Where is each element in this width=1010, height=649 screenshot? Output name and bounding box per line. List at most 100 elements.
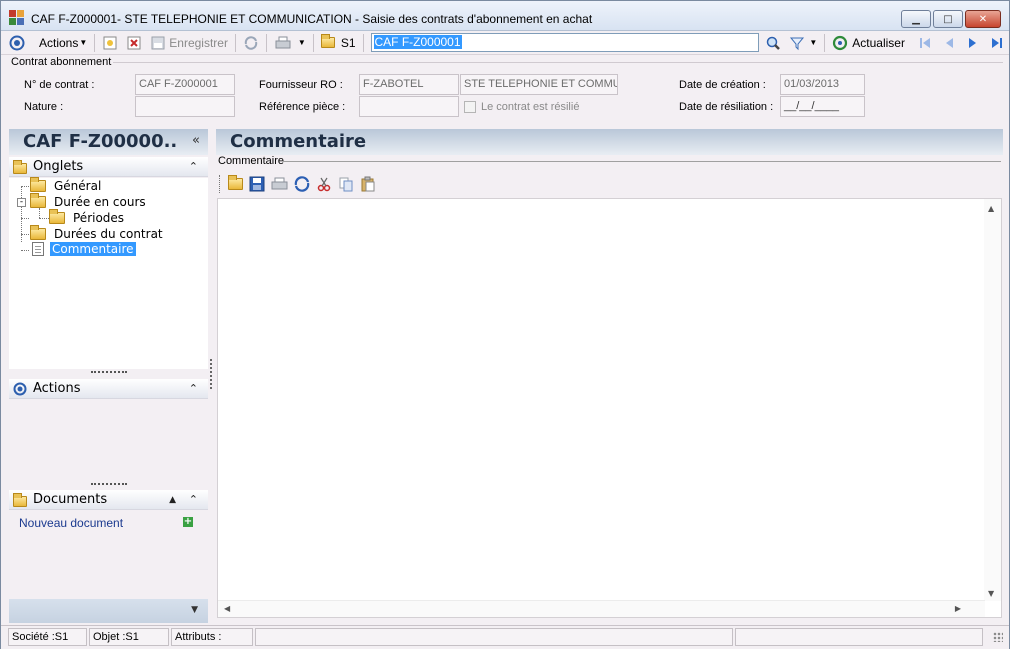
terminated-label: Le contrat est résilié bbox=[481, 101, 580, 113]
tree-item-label: Périodes bbox=[73, 211, 125, 225]
tree-item-commentaire[interactable]: Commentaire bbox=[32, 242, 136, 256]
target-icon[interactable] bbox=[1, 33, 29, 53]
tree-item-durees-du-contrat[interactable]: Durées du contrat bbox=[30, 225, 165, 241]
vertical-scrollbar[interactable]: ▲ ▼ bbox=[984, 199, 1001, 601]
cut-icon[interactable] bbox=[316, 176, 332, 192]
filter-button[interactable]: ▼ bbox=[785, 33, 821, 53]
window-title: CAF F-Z000001- STE TELEPHONIE ET COMMUNI… bbox=[31, 12, 593, 26]
filter-icon bbox=[790, 37, 805, 50]
dropdown-arrow-icon: ▼ bbox=[79, 38, 88, 47]
paste-icon[interactable] bbox=[360, 176, 376, 192]
main-window: CAF F-Z000001- STE TELEPHONIE ET COMMUNI… bbox=[0, 0, 1010, 649]
tree-item-label: Durées du contrat bbox=[54, 227, 163, 241]
collapse-section-icon[interactable]: ⌃ bbox=[189, 382, 198, 395]
company-button[interactable]: S1 bbox=[317, 33, 360, 53]
scroll-down-icon[interactable]: ▼ bbox=[988, 589, 994, 598]
actions-menu-button[interactable]: Actions ▼ bbox=[35, 33, 91, 53]
last-record-icon[interactable] bbox=[985, 33, 1009, 53]
folder-icon bbox=[13, 492, 27, 507]
dropdown-arrow-icon: ▼ bbox=[297, 38, 306, 47]
search-input[interactable]: CAF F-Z000001 bbox=[370, 33, 760, 52]
panel-title: CAF F-Z00000.. « bbox=[9, 129, 208, 155]
save-label: Enregistrer bbox=[169, 35, 228, 50]
horizontal-scrollbar[interactable]: ◀ ▶ bbox=[218, 600, 985, 617]
status-bar: Société :S1 Objet :S1 Attributs : bbox=[1, 625, 1009, 649]
chevron-down-icon[interactable]: ▼ bbox=[191, 605, 198, 615]
nature-field[interactable] bbox=[135, 96, 235, 117]
actions-list bbox=[9, 400, 208, 482]
status-company: Société :S1 bbox=[8, 628, 87, 646]
scroll-up-icon[interactable]: ▲ bbox=[169, 495, 176, 505]
open-folder-icon[interactable] bbox=[228, 175, 243, 190]
comment-editor[interactable]: ▲ ▼ ◀ ▶ bbox=[217, 198, 1002, 618]
comment-text bbox=[218, 199, 1001, 207]
status-extra bbox=[735, 628, 983, 646]
sync-icon[interactable] bbox=[239, 33, 263, 53]
supplier-code-field[interactable]: F-ZABOTEL bbox=[359, 74, 459, 95]
print-icon[interactable] bbox=[271, 176, 288, 192]
resize-grip-icon[interactable] bbox=[993, 632, 1003, 642]
termination-date-field[interactable]: __/__/____ bbox=[780, 96, 865, 117]
actions-label: Actions bbox=[33, 381, 81, 396]
refresh-label: Actualiser bbox=[852, 35, 905, 50]
creation-date-field[interactable]: 01/03/2013 bbox=[780, 74, 865, 95]
target-icon bbox=[13, 382, 27, 395]
save-icon[interactable] bbox=[249, 176, 265, 192]
tree-expand-icon[interactable]: - bbox=[17, 198, 26, 207]
section-splitter[interactable] bbox=[91, 483, 127, 486]
refresh-button[interactable]: Actualiser bbox=[828, 33, 909, 53]
left-navigation-panel: CAF F-Z00000.. « Onglets ⌃ - Général Dur… bbox=[9, 129, 208, 623]
save-icon bbox=[151, 36, 165, 49]
maximize-button[interactable]: □ bbox=[933, 10, 963, 28]
documents-label: Documents bbox=[33, 492, 108, 507]
scroll-left-icon[interactable]: ◀ bbox=[224, 604, 230, 613]
search-icon[interactable] bbox=[761, 33, 785, 53]
group-divider bbox=[283, 161, 1001, 162]
panel-title-text: CAF F-Z00000.. bbox=[23, 131, 178, 152]
collapse-section-icon[interactable]: ⌃ bbox=[189, 493, 198, 506]
panel-footer: ▼ bbox=[9, 599, 208, 623]
new-document-link[interactable]: Nouveau document bbox=[19, 516, 123, 530]
comment-group-label: Commentaire bbox=[218, 155, 285, 167]
print-button[interactable]: ▼ bbox=[270, 33, 310, 53]
editor-toolbar bbox=[219, 173, 376, 195]
tree-item-label: Général bbox=[54, 179, 102, 193]
piece-reference-field[interactable] bbox=[359, 96, 459, 117]
section-splitter[interactable] bbox=[91, 371, 127, 374]
actions-section-header[interactable]: Actions ⌃ bbox=[9, 379, 208, 399]
add-document-icon[interactable]: + bbox=[183, 517, 193, 527]
onglets-label: Onglets bbox=[33, 159, 84, 174]
app-icon bbox=[9, 10, 25, 26]
folder-icon bbox=[49, 209, 65, 224]
status-attributes: Attributs : bbox=[171, 628, 253, 646]
scroll-up-icon[interactable]: ▲ bbox=[988, 204, 994, 213]
search-value: CAF F-Z000001 bbox=[373, 35, 462, 49]
tree-item-label: Commentaire bbox=[50, 242, 136, 256]
close-button[interactable]: ✕ bbox=[965, 10, 1001, 28]
documents-section-header[interactable]: Documents ▲ ⌃ bbox=[9, 490, 208, 510]
folder-icon bbox=[30, 225, 46, 240]
panel-splitter[interactable] bbox=[210, 359, 212, 389]
supplier-name-field: STE TELEPHONIE ET COMMU bbox=[460, 74, 618, 95]
tree-item-general[interactable]: Général bbox=[30, 177, 103, 193]
contract-number-field[interactable]: CAF F-Z000001 bbox=[135, 74, 235, 95]
delete-icon[interactable] bbox=[122, 33, 146, 53]
next-record-icon[interactable] bbox=[961, 33, 985, 53]
onglets-section-header[interactable]: Onglets ⌃ bbox=[9, 157, 208, 177]
supplier-label: Fournisseur RO : bbox=[259, 79, 343, 91]
first-record-icon[interactable] bbox=[913, 33, 937, 53]
scroll-right-icon[interactable]: ▶ bbox=[955, 604, 961, 613]
tree-item-duree-en-cours[interactable]: Durée en cours bbox=[30, 193, 148, 209]
copy-icon[interactable] bbox=[338, 176, 354, 192]
tree-item-periodes[interactable]: Périodes bbox=[49, 209, 126, 225]
collapse-panel-icon[interactable]: « bbox=[192, 133, 200, 148]
minimize-button[interactable]: ▁ bbox=[901, 10, 931, 28]
sync-icon[interactable] bbox=[294, 176, 310, 192]
new-icon[interactable] bbox=[98, 33, 122, 53]
terminated-checkbox[interactable] bbox=[464, 101, 476, 113]
document-icon bbox=[32, 242, 44, 256]
previous-record-icon[interactable] bbox=[937, 33, 961, 53]
nature-label: Nature : bbox=[24, 101, 64, 113]
collapse-section-icon[interactable]: ⌃ bbox=[189, 160, 198, 173]
save-button[interactable]: Enregistrer bbox=[146, 33, 232, 53]
